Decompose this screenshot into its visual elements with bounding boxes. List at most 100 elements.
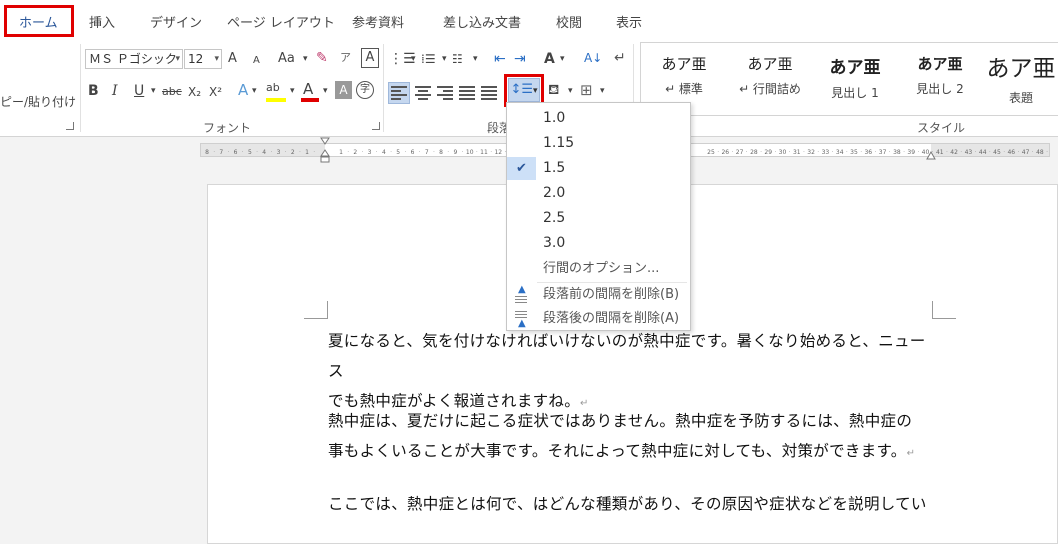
character-shading-icon[interactable]: A	[335, 81, 352, 99]
enclosed-character-icon[interactable]: A	[361, 48, 379, 68]
line-spacing-option-3-0[interactable]: 3.0	[507, 231, 690, 256]
chevron-down-icon[interactable]: ▾	[290, 81, 295, 101]
font-launcher-icon[interactable]	[372, 122, 380, 130]
distributed-button[interactable]	[478, 82, 500, 104]
chevron-down-icon[interactable]: ▾	[151, 81, 156, 101]
ruler-number: 9	[453, 149, 457, 156]
superscript-button[interactable]: X²	[209, 82, 222, 102]
enclose-characters-icon[interactable]: 字	[356, 81, 374, 99]
ruler-tick: ·	[960, 149, 962, 156]
underline-button[interactable]: U	[134, 81, 144, 101]
document-paragraph[interactable]: ここでは、熱中症とは何で、はどんな種類があり、その原因や症状などを説明してい	[328, 489, 938, 519]
borders-icon[interactable]: ⊞	[580, 80, 593, 100]
ruler-tick: ·	[1046, 149, 1048, 156]
ruler-number: 10	[466, 149, 474, 156]
phonetic-guide-icon[interactable]: ア	[340, 48, 351, 68]
style-heading-2[interactable]: あア亜 見出し 2	[899, 43, 981, 115]
shading-icon[interactable]: ⛾	[548, 80, 559, 100]
line-spacing-option-1-15[interactable]: 1.15	[507, 131, 690, 156]
show-marks-icon[interactable]: ↵	[614, 48, 626, 68]
ribbon-tab-bar: ホーム 挿入 デザイン ページ レイアウト 参考資料 差し込み文書 校閲 表示	[0, 0, 1058, 40]
style-heading-1[interactable]: あア亜 見出し 1	[815, 43, 895, 115]
bold-button[interactable]: B	[88, 81, 99, 101]
ruler-tick: ·	[476, 149, 478, 156]
clear-formatting-icon[interactable]: ✎	[316, 48, 328, 68]
chevron-down-icon[interactable]: ▾	[411, 49, 416, 69]
document-paragraph[interactable]: 熱中症は、夏だけに起こる症状ではありません。熱中症を予防するには、熱中症の 事も…	[328, 406, 938, 469]
asian-layout-icon[interactable]: A	[544, 49, 555, 69]
line-spacing-button[interactable]: ↕☰▾	[508, 78, 540, 102]
chevron-down-icon[interactable]: ▾	[560, 49, 565, 69]
remove-space-after-item[interactable]: ▲ 段落後の間隔を削除(A)	[507, 306, 690, 331]
option-label: 1.0	[543, 110, 566, 126]
chevron-down-icon[interactable]: ▾	[568, 81, 573, 101]
tab-view[interactable]: 表示	[616, 12, 642, 31]
tab-home[interactable]: ホーム	[19, 12, 58, 31]
tab-insert[interactable]: 挿入	[89, 12, 115, 31]
ruler-number: 12	[494, 149, 502, 156]
align-left-button[interactable]	[388, 82, 410, 104]
line-spacing-option-2-5[interactable]: 2.5	[507, 206, 690, 231]
grow-font-button[interactable]: A	[228, 49, 237, 69]
font-name-combo[interactable]: ＭＳ Ｐゴシック ▾	[85, 49, 183, 69]
increase-indent-icon[interactable]: ⇥	[514, 49, 526, 69]
right-indent-marker[interactable]	[926, 150, 936, 160]
ruler-number: 5	[248, 149, 252, 156]
clipboard-launcher-icon[interactable]	[66, 122, 74, 130]
tab-page-layout[interactable]: ページ レイアウト	[227, 12, 335, 31]
ruler-number: 35	[850, 149, 858, 156]
align-right-button[interactable]	[434, 82, 456, 104]
style-name: ↵ 標準	[665, 82, 703, 96]
remove-space-before-item[interactable]: ▲ 段落前の間隔を削除(B)	[507, 282, 690, 307]
align-center-button[interactable]	[412, 82, 434, 104]
line-spacing-option-1-5[interactable]: ✔ 1.5	[507, 156, 690, 181]
text-effects-icon[interactable]: A	[238, 80, 248, 100]
font-size-value: 12	[188, 52, 204, 66]
style-no-spacing[interactable]: あア亜 ↵ 行間詰め	[727, 43, 813, 115]
numbering-icon[interactable]: ⁞☰	[421, 49, 436, 69]
style-title[interactable]: あア亜 表題	[983, 43, 1058, 115]
ruler-number: 26	[721, 149, 729, 156]
subscript-button[interactable]: X₂	[188, 82, 201, 102]
change-case-button[interactable]: Aa	[278, 49, 295, 69]
font-color-icon[interactable]: A	[303, 79, 313, 99]
highlight-color-icon[interactable]: ab	[266, 78, 280, 98]
tab-design[interactable]: デザイン	[150, 12, 202, 31]
ruler-tick: ·	[746, 149, 748, 156]
chevron-down-icon[interactable]: ▾	[323, 81, 328, 101]
chevron-down-icon[interactable]: ▾	[303, 49, 308, 69]
tab-mailings[interactable]: 差し込み文書	[443, 12, 521, 31]
multilevel-list-icon[interactable]: ☷	[452, 49, 463, 69]
chevron-down-icon[interactable]: ▾	[473, 49, 478, 69]
line-spacing-options-item[interactable]: 行間のオプション...	[507, 256, 690, 281]
text-line: 熱中症は、夏だけに起こる症状ではありません。熱中症を予防するには、熱中症の	[328, 412, 913, 430]
ruler-number: 3	[277, 149, 281, 156]
shrink-font-button[interactable]: A	[253, 51, 260, 71]
tab-review[interactable]: 校閲	[556, 12, 582, 31]
paste-button-label[interactable]: ピー/貼り付け	[0, 92, 76, 112]
decrease-indent-icon[interactable]: ⇤	[494, 49, 506, 69]
strikethrough-button[interactable]: abc	[162, 82, 182, 102]
ruler-number: 38	[893, 149, 901, 156]
chevron-down-icon[interactable]: ▾	[442, 49, 447, 69]
space-after-icon: ▲	[513, 309, 529, 329]
line-spacing-option-2-0[interactable]: 2.0	[507, 181, 690, 206]
tab-references[interactable]: 参考資料	[352, 12, 404, 31]
text-line: ここでは、熱中症とは何で、はどんな種類があり、その原因や症状などを説明してい	[328, 495, 927, 513]
style-name: 見出し 2	[916, 82, 964, 96]
font-size-combo[interactable]: 12 ▾	[184, 49, 222, 69]
font-name-value: ＭＳ Ｐゴシック	[89, 52, 177, 66]
sort-icon[interactable]: A↓	[584, 48, 602, 68]
font-group-label: フォント	[203, 121, 252, 135]
style-sample: あア亜	[829, 58, 881, 78]
justify-button[interactable]	[456, 82, 478, 104]
line-spacing-option-1-0[interactable]: 1.0	[507, 106, 690, 131]
option-label: 2.0	[543, 185, 566, 201]
italic-button[interactable]: I	[112, 81, 118, 101]
ruler-number: 33	[822, 149, 830, 156]
crop-mark	[932, 301, 956, 319]
chevron-down-icon[interactable]: ▾	[252, 81, 257, 101]
group-separator	[80, 44, 81, 132]
indent-markers[interactable]	[320, 137, 330, 163]
chevron-down-icon[interactable]: ▾	[600, 81, 605, 101]
